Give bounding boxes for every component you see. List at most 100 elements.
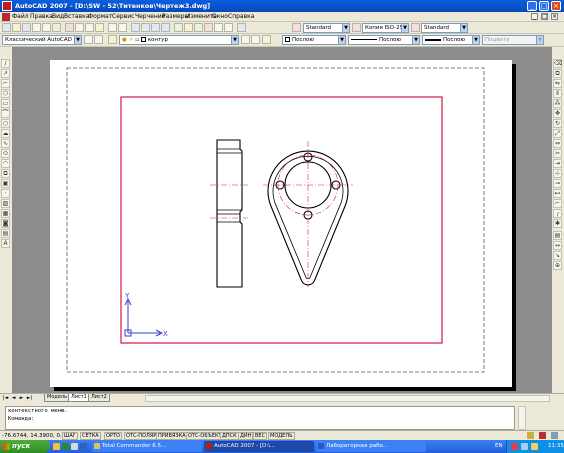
publish-icon[interactable]: [52, 23, 61, 32]
tab-layout2[interactable]: Лист2: [88, 394, 110, 402]
move-icon[interactable]: ✥: [553, 109, 562, 118]
osnap-toggle[interactable]: ПРИВЯЗКА: [156, 432, 188, 440]
quicklaunch-icon[interactable]: [53, 443, 60, 450]
menu-window[interactable]: Окно: [212, 13, 228, 21]
doc-close-button[interactable]: ×: [551, 13, 558, 20]
lineweight-select[interactable]: Послою ▼: [422, 35, 480, 45]
fillet-icon[interactable]: ╭: [553, 209, 562, 218]
chamfer-icon[interactable]: ⌐: [553, 199, 562, 208]
menu-draw[interactable]: Черчение: [135, 13, 165, 21]
lwt-toggle[interactable]: ВЕС: [253, 432, 268, 440]
menu-insert[interactable]: Вставка: [64, 13, 89, 21]
menu-file[interactable]: Файл: [12, 13, 29, 21]
maximize-button[interactable]: □: [539, 1, 549, 11]
stretch-icon[interactable]: ⇔: [553, 139, 562, 148]
layer-manager-icon[interactable]: [108, 35, 117, 44]
zoom-realtime-icon[interactable]: [141, 23, 150, 32]
revcloud-icon[interactable]: ☁: [1, 129, 10, 138]
snap-toggle[interactable]: ШАГ: [62, 432, 78, 440]
quicklaunch-icon[interactable]: [80, 443, 87, 450]
ellipse-icon[interactable]: ⬭: [1, 149, 10, 158]
next-tab-button[interactable]: ►: [18, 395, 25, 402]
quicklaunch-icon[interactable]: [62, 443, 69, 450]
make-block-icon[interactable]: ▣: [1, 179, 10, 188]
polar-toggle[interactable]: ОТС-ПОЛЯР: [124, 432, 159, 440]
otrack-toggle[interactable]: ОТС-ОБЪЕКТ: [186, 432, 224, 440]
document-icon[interactable]: [2, 13, 10, 21]
grid-toggle[interactable]: СЕТКА: [80, 432, 101, 440]
preview-icon[interactable]: [42, 23, 51, 32]
calculator-icon[interactable]: [224, 23, 233, 32]
prev-tab-button[interactable]: ◄: [10, 395, 17, 402]
markup-icon[interactable]: [214, 23, 223, 32]
designcenter-icon[interactable]: [184, 23, 193, 32]
point-icon[interactable]: ·: [1, 189, 10, 198]
extend-icon[interactable]: ⇥: [553, 159, 562, 168]
communication-center-icon[interactable]: [539, 432, 546, 439]
horizontal-scrollbar[interactable]: [145, 395, 550, 402]
doc-restore-button[interactable]: □: [541, 13, 548, 20]
dyn-toggle[interactable]: ДИН: [238, 432, 254, 440]
help-icon[interactable]: [237, 23, 246, 32]
doc-minimize-button[interactable]: _: [531, 13, 538, 20]
region-icon[interactable]: ◙: [1, 219, 10, 228]
rotate-icon[interactable]: ↻: [553, 119, 562, 128]
match-properties-icon[interactable]: [95, 23, 104, 32]
paste-icon[interactable]: [85, 23, 94, 32]
xline-icon[interactable]: ↗: [1, 69, 10, 78]
workspace-settings-icon[interactable]: [84, 35, 93, 44]
break-at-point-icon[interactable]: ⊹: [553, 169, 562, 178]
leader-icon[interactable]: ↘: [553, 251, 562, 260]
ellipse-arc-icon[interactable]: ◠: [1, 159, 10, 168]
copy-object-icon[interactable]: ⧉: [553, 69, 562, 78]
offset-icon[interactable]: ⫴: [553, 89, 562, 98]
tray-icon[interactable]: [531, 443, 538, 450]
spline-icon[interactable]: ∿: [1, 139, 10, 148]
new-icon[interactable]: [2, 23, 11, 32]
make-current-icon[interactable]: [241, 35, 250, 44]
scale-icon[interactable]: ⤢: [553, 129, 562, 138]
minimize-button[interactable]: _: [527, 1, 537, 11]
tray-icon[interactable]: [521, 443, 528, 450]
color-select[interactable]: Послою ▼: [282, 35, 346, 45]
pan-icon[interactable]: [131, 23, 140, 32]
dim-style-select[interactable]: Копия ISO-25 ▼: [362, 23, 409, 33]
redo-icon[interactable]: [118, 23, 127, 32]
menu-view[interactable]: Вид: [52, 13, 64, 21]
polygon-icon[interactable]: ⬡: [1, 89, 10, 98]
properties-icon[interactable]: [174, 23, 183, 32]
trim-icon[interactable]: ✂: [553, 149, 562, 158]
mtext-icon[interactable]: A: [1, 239, 10, 248]
array-icon[interactable]: ⁂: [553, 99, 562, 108]
layer-select[interactable]: ● ☼ ▫ контур ▼: [119, 35, 239, 45]
line-icon[interactable]: /: [1, 59, 10, 68]
linetype-select[interactable]: Послою ▼: [348, 35, 420, 45]
quicklaunch-icon[interactable]: [71, 443, 78, 450]
plot-icon[interactable]: [32, 23, 41, 32]
drawing-area[interactable]: Y X: [12, 47, 552, 393]
arc-icon[interactable]: ⌒: [1, 109, 10, 118]
task-autocad[interactable]: AutoCAD 2007 - [D:\...: [204, 441, 314, 452]
menu-help[interactable]: Справка: [228, 13, 254, 21]
undo-icon[interactable]: [108, 23, 117, 32]
join-icon[interactable]: ⊷: [553, 189, 562, 198]
last-tab-button[interactable]: ►|: [26, 395, 33, 402]
erase-icon[interactable]: ⌫: [553, 59, 562, 68]
menu-edit[interactable]: Правка: [30, 13, 53, 21]
clean-screen-icon[interactable]: [551, 432, 558, 439]
save-icon[interactable]: [22, 23, 31, 32]
mirror-icon[interactable]: ⇋: [553, 79, 562, 88]
first-tab-button[interactable]: |◄: [2, 395, 9, 402]
command-scrollbar[interactable]: [518, 406, 526, 430]
draworder-icon[interactable]: ▤: [553, 231, 562, 240]
cut-icon[interactable]: [65, 23, 74, 32]
rectangle-icon[interactable]: ▭: [1, 99, 10, 108]
open-icon[interactable]: [12, 23, 21, 32]
ducs-toggle[interactable]: ДПСК: [220, 432, 239, 440]
insert-block-icon[interactable]: ⧉: [1, 169, 10, 178]
tray-icon[interactable]: [511, 443, 518, 450]
sheet-set-icon[interactable]: [204, 23, 213, 32]
menu-format[interactable]: Формат: [88, 13, 112, 21]
zoom-window-icon[interactable]: [151, 23, 160, 32]
copy-icon[interactable]: [75, 23, 84, 32]
